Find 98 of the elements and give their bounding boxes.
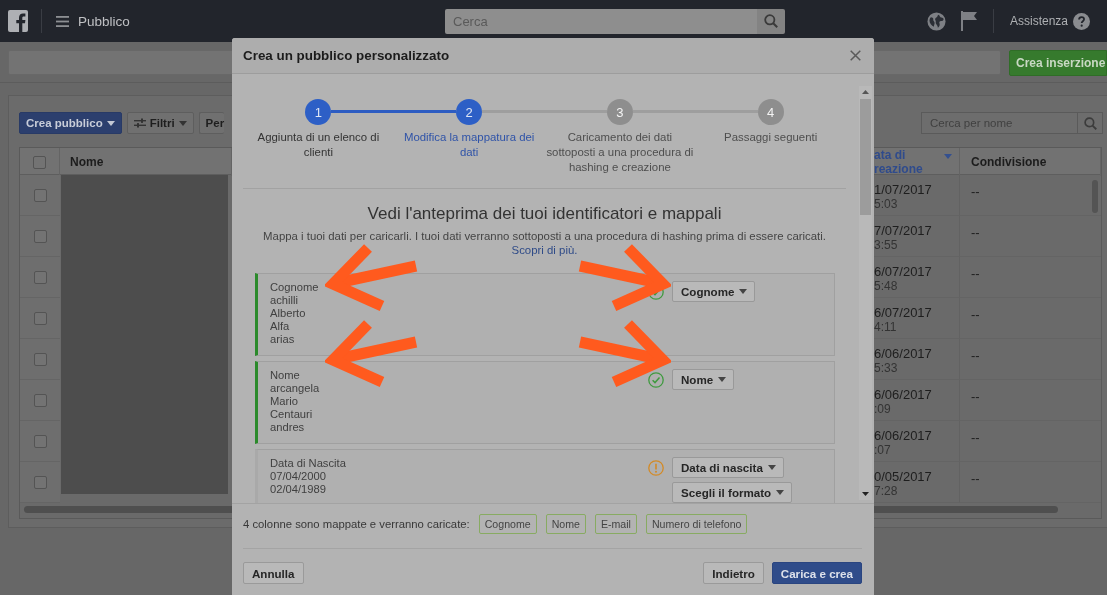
sort-caret-icon [944, 154, 952, 159]
warning-icon [648, 460, 664, 476]
sample-value: andres [270, 421, 305, 434]
date-text: 6/06/2017 [874, 428, 932, 443]
sharing-text: -- [971, 225, 980, 240]
column-tag: Nome [545, 514, 586, 534]
column-header[interactable]: Nome [70, 155, 104, 169]
field-dropdown[interactable]: Nome [672, 369, 735, 390]
field-dropdown[interactable]: Data di nascita [672, 457, 784, 478]
date-text: 7/07/2017 [874, 223, 932, 238]
caret-icon [776, 490, 785, 495]
step-number: 4 [757, 99, 784, 125]
sharing-text: -- [971, 184, 980, 199]
time-text: 5:03 [874, 197, 898, 211]
sample-value: 07/04/2000 [270, 470, 326, 483]
date-text: 1/07/2017 [874, 182, 932, 197]
caret-icon [106, 120, 115, 126]
sharing-text: -- [971, 348, 980, 363]
date-text: 6/07/2017 [874, 305, 932, 320]
globe-icon[interactable] [926, 11, 946, 31]
sharing-text: -- [971, 389, 980, 404]
column-header-text: Nome [270, 369, 300, 382]
dialog-title: Crea un pubblico personalizzato [243, 48, 450, 63]
summary-text: 4 colonne sono mappate e verranno caricate: [243, 518, 470, 530]
caret-icon [767, 465, 776, 470]
step-number: 2 [456, 99, 483, 125]
time-text: 3:55 [874, 238, 898, 252]
time-text: 4:11 [874, 320, 897, 334]
checkbox[interactable] [33, 188, 47, 202]
checkbox[interactable] [33, 155, 46, 169]
checkbox[interactable] [33, 393, 47, 407]
date-text: 6/07/2017 [874, 264, 932, 279]
field-dropdown[interactable]: Scegli il formato [672, 482, 793, 503]
step-label: Caricamento dei dati sottoposti a una procedura di hashing e creazione [545, 130, 695, 175]
caret-icon [178, 120, 187, 126]
toolbar-button[interactable]: Per [198, 112, 225, 134]
learn-more-link[interactable]: Scopri di più. [511, 244, 578, 256]
sharing-text: -- [971, 266, 980, 281]
caret-icon [739, 289, 748, 294]
checkbox[interactable] [33, 352, 47, 366]
date-text: 6/06/2017 [874, 387, 932, 402]
back-button[interactable]: Indietro [703, 562, 764, 584]
search-button[interactable] [1077, 112, 1103, 134]
search-icon [1083, 116, 1097, 130]
checkbox[interactable] [33, 311, 47, 325]
column-header[interactable]: Condivisione [971, 155, 1047, 169]
close-icon[interactable] [850, 50, 861, 61]
scrollbar[interactable] [859, 86, 872, 500]
column-tag: Cognome [478, 514, 537, 534]
step-label: Passaggi seguenti [723, 130, 819, 145]
sharing-text: -- [971, 430, 980, 445]
sharing-text: -- [971, 471, 980, 486]
sliders-icon [133, 118, 146, 128]
step-label: Aggiunta di un elenco di clienti [256, 130, 381, 160]
checkbox[interactable] [33, 475, 47, 489]
time-text: 5:33 [874, 361, 898, 375]
preview-heading: Vedi l'anteprima dei tuoi identificatori e mappali [366, 203, 723, 225]
scrollbar-thumb[interactable] [860, 99, 871, 215]
search-icon [764, 14, 778, 28]
caret-icon [718, 377, 727, 382]
search-button[interactable] [757, 8, 785, 34]
upload-button[interactable]: Carica e crea [771, 562, 862, 584]
step-number: 3 [606, 99, 633, 125]
check-icon [648, 372, 664, 388]
sample-value: Centauri [270, 408, 313, 421]
menu-icon[interactable] [56, 15, 69, 27]
sample-value: arcangela [270, 382, 320, 395]
page-title: Pubblico [78, 13, 130, 29]
column-tag: Numero di telefono [645, 514, 748, 534]
sample-value: Mario [270, 395, 298, 408]
sharing-text: -- [971, 307, 980, 322]
sample-value: achilli [270, 294, 298, 307]
time-text: 5:48 [874, 279, 898, 293]
sample-value: 02/04/1989 [270, 483, 326, 496]
sample-value: arias [270, 333, 295, 346]
description-text: Mappa i tuoi dati per caricarli. I tuoi dati verranno sottoposti a una procedura di hashing prima di essere caricati. Scopri di più. [262, 229, 827, 257]
checkbox[interactable] [33, 229, 47, 243]
checkbox[interactable] [33, 434, 47, 448]
column-header-text: Data di Nascita [270, 457, 346, 470]
help-icon[interactable] [1073, 12, 1090, 30]
step-label: Modifica la mappatura dei dati [402, 130, 536, 160]
help-link[interactable]: Assistenza [1009, 14, 1068, 28]
sample-value: Alfa [270, 320, 290, 333]
create-ad-button[interactable]: Crea inserzione [1009, 50, 1107, 76]
field-dropdown[interactable]: Cognome [672, 281, 756, 302]
create-button[interactable]: Crea pubblico [19, 112, 122, 134]
logo-icon[interactable] [8, 10, 28, 32]
sample-value: Alberto [270, 307, 306, 320]
date-text: 6/06/2017 [874, 346, 932, 361]
step-number: 1 [305, 99, 332, 125]
filter-button[interactable]: Filtri [126, 112, 194, 134]
scroll-down-icon[interactable] [862, 492, 869, 496]
column-header-text: Cognome [270, 281, 319, 294]
column-tag: E-mail [594, 514, 637, 534]
checkbox[interactable] [33, 270, 47, 284]
date-text: 0/05/2017 [874, 469, 932, 484]
cancel-button[interactable]: Annulla [243, 562, 304, 584]
flag-icon[interactable] [959, 11, 978, 31]
